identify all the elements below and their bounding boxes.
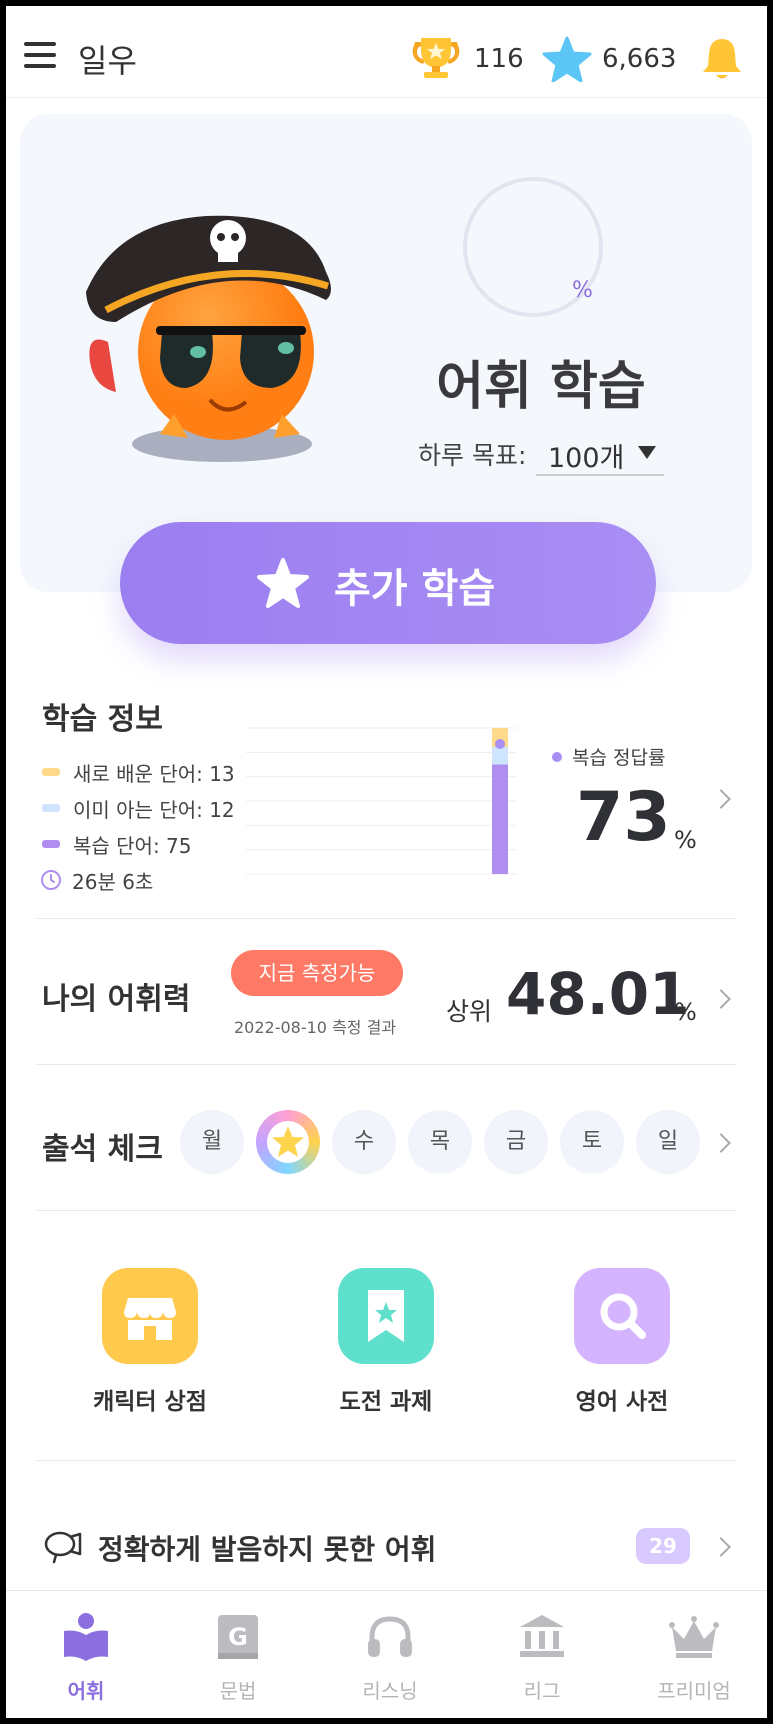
rank-unit: %: [674, 998, 697, 1026]
section-title: 학습 정보: [42, 702, 163, 737]
star-icon: [267, 1121, 309, 1163]
accuracy-unit: %: [674, 826, 697, 854]
chevron-right-icon[interactable]: [711, 1133, 731, 1153]
hamburger-menu-icon[interactable]: [24, 42, 56, 68]
divider: [36, 1210, 736, 1211]
legend-item: 복습 단어: 75: [42, 826, 235, 862]
legend-swatch: [42, 804, 60, 812]
trophy-count: 116: [474, 44, 524, 74]
nav-tab-league[interactable]: 리그: [466, 1591, 618, 1718]
trophy-icon[interactable]: [409, 36, 463, 80]
user-name: 일우: [78, 42, 137, 80]
accuracy-label: 복습 정답률: [572, 747, 666, 769]
nav-tab-listening[interactable]: 리스닝: [314, 1591, 466, 1718]
svg-text:G: G: [228, 1623, 248, 1651]
star-count: 6,663: [602, 44, 677, 74]
pirate-mascot-illustration: [86, 215, 331, 462]
shortcut-english-dictionary[interactable]: 영어 사전: [522, 1268, 722, 1416]
shortcut-label: 영어 사전: [575, 1389, 669, 1415]
top-bar: 일우 116 6,663: [6, 6, 767, 98]
accuracy-dot: [552, 752, 562, 762]
nav-label: 프리미엄: [657, 1679, 731, 1703]
attendance-day-checked[interactable]: [256, 1110, 320, 1174]
nav-tab-vocabulary[interactable]: 어휘: [10, 1591, 162, 1718]
study-legend: 새로 배운 단어: 13 이미 아는 단어: 12 복습 단어: 75 26분 …: [41, 754, 235, 898]
mispronounced-count-badge: 29: [636, 1528, 690, 1564]
study-time: 26분 6초: [41, 862, 235, 898]
legend-label: 새로 배운 단어: 13: [73, 761, 235, 786]
divider: [36, 918, 736, 919]
hero-title: 어휘 학습: [436, 357, 646, 417]
measure-now-badge[interactable]: 지금 측정가능: [231, 950, 403, 996]
study-stacked-bar-chart: [246, 727, 516, 875]
star-icon[interactable]: [542, 36, 592, 82]
accuracy-legend: 복습 정답률: [552, 743, 665, 770]
nav-label: 문법: [219, 1679, 257, 1703]
nav-label: 리스닝: [362, 1679, 418, 1703]
bell-icon[interactable]: [700, 36, 744, 82]
book-person-icon: [64, 1613, 108, 1661]
study-info-section[interactable]: 학습 정보 새로 배운 단어: 13 이미 아는 단어: 12 복습 단어: 7…: [6, 688, 767, 916]
attendance-title: 출석 체크: [42, 1132, 163, 1167]
shortcut-character-store[interactable]: 캐릭터 상점: [50, 1268, 250, 1416]
study-time-value: 26분 6초: [72, 869, 154, 894]
caret-down-icon: [638, 446, 656, 459]
daily-goal-label: 하루 목표:: [418, 441, 527, 470]
accuracy-marker: [495, 739, 505, 749]
rank-value: 48.01: [506, 960, 690, 1028]
nav-label: 어휘: [67, 1679, 105, 1703]
legend-item: 새로 배운 단어: 13: [42, 754, 235, 790]
legend-swatch: [42, 768, 60, 776]
extra-study-button[interactable]: 추가 학습: [120, 522, 656, 644]
legend-label: 복습 단어: 75: [73, 833, 192, 858]
nav-label: 리그: [523, 1679, 561, 1703]
search-icon: [574, 1268, 670, 1364]
store-icon: [102, 1268, 198, 1364]
daily-goal-dropdown[interactable]: 100개: [536, 426, 664, 476]
attendance-day[interactable]: 일: [636, 1110, 700, 1174]
app-screen: 일우 116 6,663 % 어휘 학습 하루 목표: 100개 추가 학습 학…: [6, 6, 767, 1718]
chevron-right-icon[interactable]: [711, 989, 731, 1009]
clock-icon: [41, 870, 61, 890]
chevron-right-icon[interactable]: [711, 789, 731, 809]
attendance-day[interactable]: 수: [332, 1110, 396, 1174]
mispronounced-words-label: 정확하게 발음하지 못한 어휘: [98, 1533, 437, 1566]
rank-label: 상위: [446, 997, 493, 1026]
grammar-book-icon: G: [218, 1615, 258, 1659]
progress-percent-unit: %: [572, 278, 593, 303]
bar-segment: [492, 764, 508, 874]
microphone-icon: [44, 1531, 82, 1564]
attendance-day[interactable]: 목: [408, 1110, 472, 1174]
daily-goal-value: 100개: [548, 443, 625, 474]
shortcut-challenges[interactable]: 도전 과제: [286, 1268, 486, 1416]
star-icon: [257, 558, 309, 608]
accuracy-value: 73: [576, 778, 671, 857]
extra-study-label: 추가 학습: [334, 566, 496, 612]
headphones-icon: [368, 1616, 412, 1657]
nav-tab-grammar[interactable]: G 문법: [162, 1591, 314, 1718]
institution-icon: [520, 1615, 564, 1657]
legend-label: 이미 아는 단어: 12: [73, 797, 235, 822]
shortcut-label: 도전 과제: [339, 1389, 433, 1415]
bar-segment: [492, 746, 508, 765]
crown-icon: [669, 1616, 719, 1658]
legend-item: 이미 아는 단어: 12: [42, 790, 235, 826]
shortcut-label: 캐릭터 상점: [93, 1389, 207, 1415]
attendance-day[interactable]: 월: [180, 1110, 244, 1174]
mispronounced-words-row[interactable]: 정확하게 발음하지 못한 어휘 29: [6, 1516, 767, 1576]
divider: [36, 1064, 736, 1065]
chevron-right-icon[interactable]: [711, 1537, 731, 1557]
bookmark-star-icon: [338, 1268, 434, 1364]
bottom-navigation: 어휘 G 문법 리스닝 리그 프리미엄: [6, 1590, 767, 1718]
legend-swatch: [42, 840, 60, 848]
divider: [36, 1460, 736, 1461]
measure-date: 2022-08-10 측정 결과: [234, 1018, 397, 1037]
vocab-level-title: 나의 어휘력: [42, 982, 191, 1017]
nav-tab-premium[interactable]: 프리미엄: [618, 1591, 767, 1718]
attendance-day[interactable]: 토: [560, 1110, 624, 1174]
attendance-day[interactable]: 금: [484, 1110, 548, 1174]
